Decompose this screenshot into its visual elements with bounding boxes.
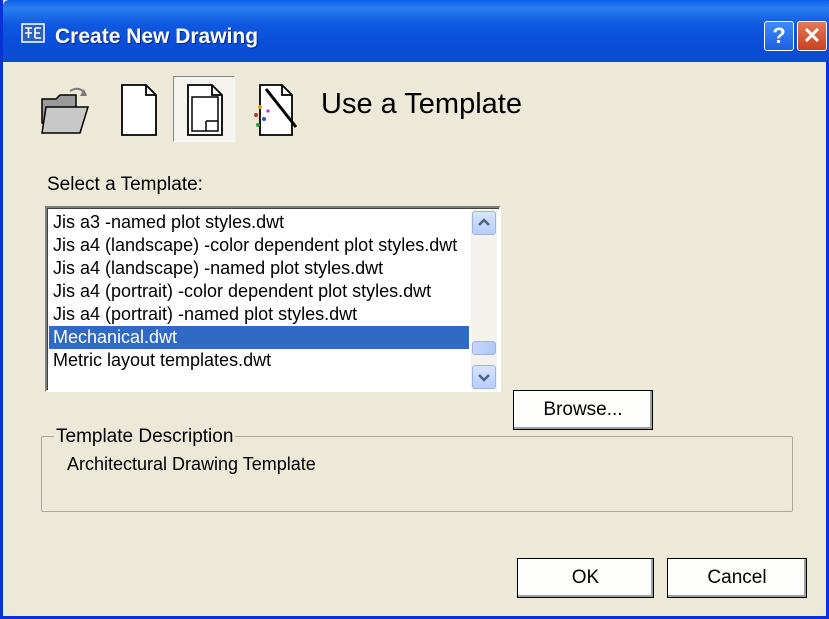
scroll-down-button[interactable] [472, 365, 496, 389]
chevron-up-icon [478, 218, 490, 226]
start-from-scratch-button[interactable] [107, 76, 169, 142]
vertical-scrollbar[interactable] [471, 210, 497, 390]
scroll-up-button[interactable] [472, 211, 496, 235]
cancel-button[interactable]: Cancel [667, 558, 807, 598]
template-list-item[interactable]: Metric layout templates.dwt [49, 349, 469, 372]
page-heading: Use a Template [321, 88, 522, 120]
blank-page-icon [121, 84, 157, 136]
template-list-item[interactable]: Jis a4 (landscape) -color dependent plot… [49, 234, 469, 257]
browse-button[interactable]: Browse... [513, 390, 653, 430]
template-listbox[interactable]: Jis a3 -named plot styles.dwt Jis a4 (la… [45, 206, 501, 392]
template-list-item[interactable]: Jis a3 -named plot styles.dwt [49, 211, 469, 234]
wizard-wand-icon [254, 84, 298, 136]
window-title: Create New Drawing [55, 25, 259, 48]
template-description-text: Architectural Drawing Template [67, 454, 316, 474]
ok-button[interactable]: OK [517, 558, 654, 598]
close-button[interactable]: ✕ [797, 21, 827, 51]
template-list-item[interactable]: Jis a4 (portrait) -named plot styles.dwt [49, 303, 469, 326]
chevron-down-icon [478, 374, 490, 382]
help-button[interactable]: ? [764, 21, 794, 51]
scroll-thumb[interactable] [472, 341, 496, 355]
template-description-title: Template Description [54, 426, 236, 448]
template-page-icon [187, 84, 223, 136]
use-a-wizard-button[interactable] [243, 76, 305, 142]
open-folder-icon [41, 87, 90, 134]
open-drawing-button[interactable] [35, 76, 97, 142]
template-list-item-selected[interactable]: Mechanical.dwt [49, 326, 469, 349]
create-new-drawing-dialog: Create New Drawing ? ✕ Use a Template Se… [0, 0, 829, 619]
title-bar[interactable]: Create New Drawing ? ✕ [3, 0, 829, 62]
select-template-label: Select a Template: [47, 174, 203, 195]
use-a-template-button[interactable] [173, 76, 235, 142]
app-icon [21, 23, 45, 43]
template-list-item[interactable]: Jis a4 (portrait) -color dependent plot … [49, 280, 469, 303]
template-list-items: Jis a3 -named plot styles.dwt Jis a4 (la… [49, 211, 469, 372]
template-list-item[interactable]: Jis a4 (landscape) -named plot styles.dw… [49, 257, 469, 280]
